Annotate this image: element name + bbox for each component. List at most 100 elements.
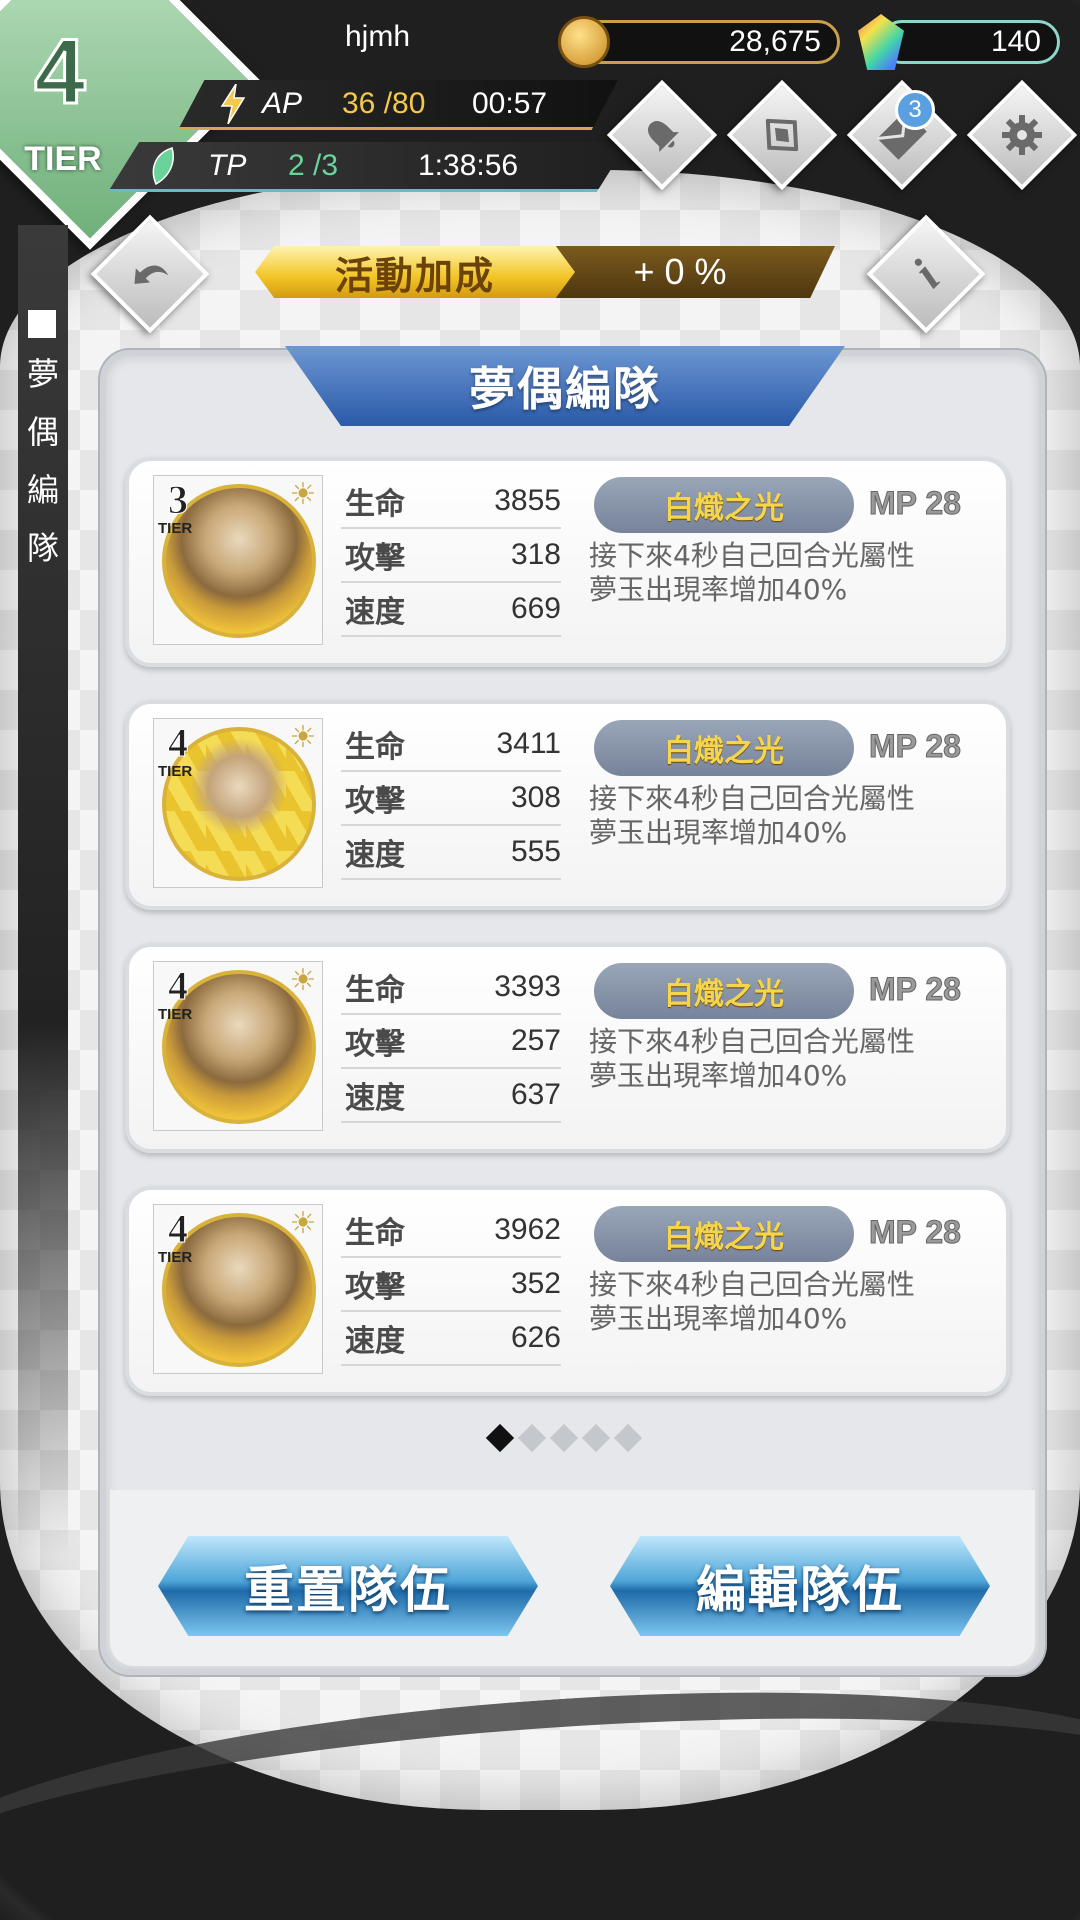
event-bonus-bar: + 0 % 活動加成 [255, 246, 835, 298]
edit-team-button[interactable]: 編輯隊伍 [610, 1536, 990, 1636]
card-tier-label: TIER [158, 1006, 193, 1023]
skill-description: 接下來4秒自己回合光屬性 夢玉出現率增加40% [589, 1268, 989, 1336]
atk-label: 攻擊 [345, 1270, 405, 1305]
skill-description: 接下來4秒自己回合光屬性 夢玉出現率增加40% [589, 782, 989, 850]
atk-label: 攻擊 [345, 541, 405, 576]
lightning-icon [220, 83, 246, 124]
player-tier-number: 4 [33, 20, 87, 125]
skill-description-line: 接下來4秒自己回合光屬性 [589, 1025, 915, 1058]
hp-value: 3855 [494, 484, 561, 517]
username: hjmh [345, 20, 411, 53]
tp-value: 2 /3 [288, 148, 339, 182]
skill-name-pill: 白熾之光 [594, 720, 854, 776]
skill-description: 接下來4秒自己回合光屬性 夢玉出現率增加40% [589, 539, 989, 607]
skill-description-line: 夢玉出現率增加40% [589, 1059, 848, 1092]
card-tier-label: TIER [158, 520, 193, 537]
atk-value: 308 [510, 781, 561, 814]
hp-label: 生命 [345, 730, 405, 765]
ap-bar[interactable]: AP 36 /80 00:57 [178, 80, 618, 130]
skill-mp-cost: MP 28 [869, 728, 962, 765]
stat-row-atk: 攻擊 352 [341, 1258, 561, 1312]
character-card[interactable]: 4 TIER ☀ 生命 3393 攻擊 257 速度 637 白熾之光 MP 2… [125, 943, 1010, 1153]
crystal-icon [727, 80, 837, 190]
gem-counter[interactable]: 140 [880, 20, 1060, 64]
light-element-icon: ☀ [289, 720, 317, 755]
gem-amount: 140 [990, 25, 1041, 58]
spd-value: 555 [510, 835, 561, 868]
character-portrait[interactable]: 4 TIER ☀ [153, 718, 323, 888]
character-stats: 生命 3855 攻擊 318 速度 669 [341, 475, 561, 637]
light-element-icon: ☀ [289, 963, 317, 998]
top-bar: 4 TIER hjmh 28,675 140 AP 36 /80 00:57 T… [0, 0, 1080, 250]
skill-description-line: 夢玉出現率增加40% [589, 816, 848, 849]
card-tier-number: 4 [168, 720, 189, 766]
stat-row-hp: 生命 3962 [341, 1204, 561, 1258]
spd-value: 637 [510, 1078, 561, 1111]
stat-row-spd: 速度 555 [341, 826, 561, 880]
tp-timer: 1:38:56 [418, 148, 519, 182]
mail-unread-badge: 3 [895, 90, 935, 130]
skill-description-line: 接下來4秒自己回合光屬性 [589, 782, 915, 815]
character-card[interactable]: 3 TIER ☀ 生命 3855 攻擊 318 速度 669 白熾之光 MP 2… [125, 457, 1010, 667]
spd-value: 669 [510, 592, 561, 625]
page-dot[interactable] [613, 1423, 643, 1453]
gold-amount: 28,675 [729, 25, 821, 58]
stat-row-atk: 攻擊 308 [341, 772, 561, 826]
ap-timer: 00:57 [472, 86, 548, 120]
hp-value: 3411 [496, 727, 561, 760]
light-element-icon: ☀ [289, 477, 317, 512]
atk-value: 257 [510, 1024, 561, 1057]
page-dot[interactable] [485, 1423, 515, 1453]
atk-value: 318 [510, 538, 561, 571]
panel-title: 夢偶編隊 [285, 346, 845, 426]
reset-team-button[interactable]: 重置隊伍 [158, 1536, 538, 1636]
hp-value: 3962 [494, 1213, 561, 1246]
skill-name-pill: 白熾之光 [594, 963, 854, 1019]
spd-label: 速度 [345, 1324, 405, 1359]
character-stats: 生命 3411 攻擊 308 速度 555 [341, 718, 561, 880]
spd-label: 速度 [345, 595, 405, 630]
card-tier-label: TIER [158, 763, 193, 780]
skill-description: 接下來4秒自己回合光屬性 夢玉出現率增加40% [589, 1025, 989, 1093]
skill-description-line: 接下來4秒自己回合光屬性 [589, 539, 915, 572]
character-portrait[interactable]: 4 TIER ☀ [153, 1204, 323, 1374]
spd-value: 626 [510, 1321, 561, 1354]
light-element-icon: ☀ [289, 1206, 317, 1241]
skill-name-pill: 白熾之光 [594, 1206, 854, 1262]
skill-mp-cost: MP 28 [869, 485, 962, 522]
tp-bar[interactable]: TP 2 /3 1:38:56 [108, 142, 628, 192]
character-card[interactable]: 4 TIER ☀ 生命 3411 攻擊 308 速度 555 白熾之光 MP 2… [125, 700, 1010, 910]
card-tier-number: 4 [168, 1206, 189, 1252]
hp-label: 生命 [345, 1216, 405, 1251]
skill-mp-cost: MP 28 [869, 971, 962, 1008]
character-portrait[interactable]: 4 TIER ☀ [153, 961, 323, 1131]
skill-description-line: 接下來4秒自己回合光屬性 [589, 1268, 915, 1301]
coin-icon [558, 16, 610, 68]
page-dot[interactable] [581, 1423, 611, 1453]
character-portrait[interactable]: 3 TIER ☀ [153, 475, 323, 645]
skill-mp-cost: MP 28 [869, 1214, 962, 1251]
hp-label: 生命 [345, 487, 405, 522]
skill-name-pill: 白熾之光 [594, 477, 854, 533]
stat-row-spd: 速度 637 [341, 1069, 561, 1123]
page-dot[interactable] [549, 1423, 579, 1453]
page-indicator[interactable] [485, 1423, 643, 1453]
character-stats: 生命 3962 攻擊 352 速度 626 [341, 1204, 561, 1366]
character-stats: 生命 3393 攻擊 257 速度 637 [341, 961, 561, 1123]
hp-value: 3393 [494, 970, 561, 1003]
atk-value: 352 [510, 1267, 561, 1300]
atk-label: 攻擊 [345, 1027, 405, 1062]
character-card[interactable]: 4 TIER ☀ 生命 3962 攻擊 352 速度 626 白熾之光 MP 2… [125, 1186, 1010, 1396]
skill-description-line: 夢玉出現率增加40% [589, 1302, 848, 1335]
stat-row-hp: 生命 3411 [341, 718, 561, 772]
spd-label: 速度 [345, 1081, 405, 1116]
event-bonus-label: 活動加成 [255, 246, 575, 298]
skill-description-line: 夢玉出現率增加40% [589, 573, 848, 606]
card-tier-number: 3 [168, 477, 189, 523]
atk-label: 攻擊 [345, 784, 405, 819]
page-dot[interactable] [517, 1423, 547, 1453]
card-tier-number: 4 [168, 963, 189, 1009]
tp-label: TP [208, 148, 247, 182]
stat-row-hp: 生命 3393 [341, 961, 561, 1015]
stat-row-hp: 生命 3855 [341, 475, 561, 529]
